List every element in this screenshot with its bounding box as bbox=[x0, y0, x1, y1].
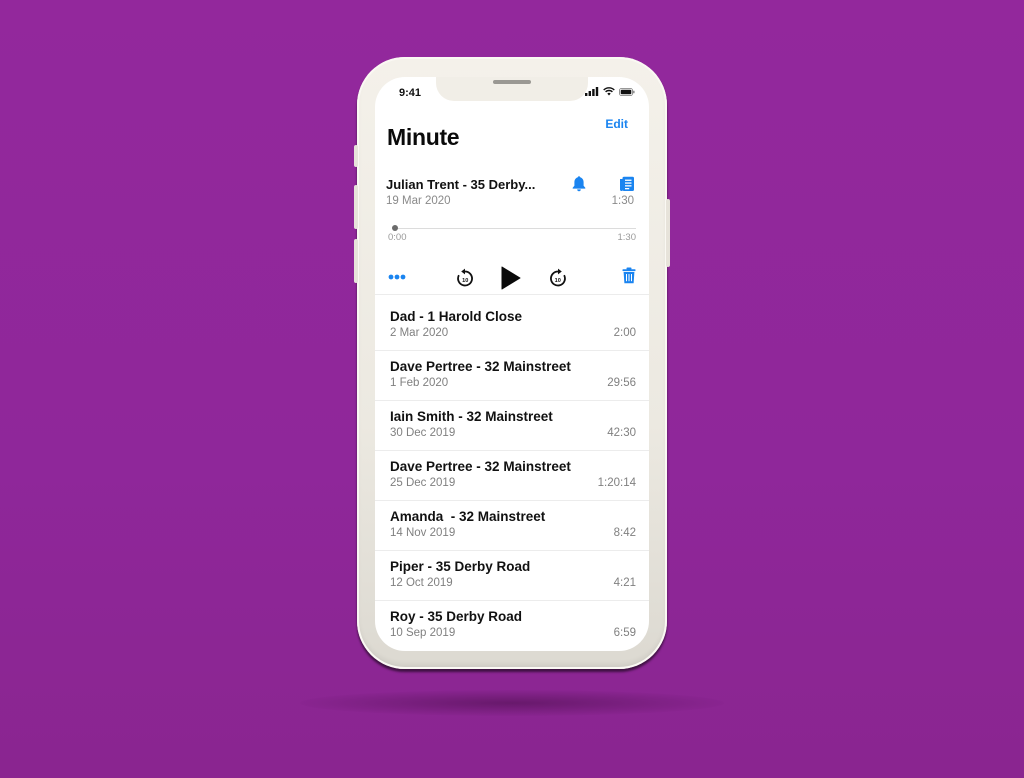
cellular-signal-icon bbox=[585, 87, 599, 96]
recording-duration: 1:20:14 bbox=[597, 477, 636, 489]
notch bbox=[436, 77, 588, 101]
current-recording-title: Julian Trent - 35 Derby... bbox=[386, 177, 536, 192]
speaker-grille bbox=[493, 80, 531, 84]
elapsed-time: 0:00 bbox=[388, 232, 407, 243]
power-button bbox=[666, 199, 670, 267]
recording-title: Piper - 35 Derby Road bbox=[390, 559, 531, 574]
status-time: 9:41 bbox=[399, 87, 422, 99]
skip-back-seconds: 10 bbox=[462, 278, 468, 284]
controls-divider bbox=[375, 294, 649, 295]
edit-button[interactable]: Edit bbox=[605, 117, 628, 131]
mute-switch bbox=[354, 145, 358, 167]
recording-row[interactable]: Dave Pertree - 32 Mainstreet 25 Dec 2019… bbox=[375, 451, 649, 501]
recording-title: Dad - 1 Harold Close bbox=[390, 309, 523, 324]
volume-up-button bbox=[354, 185, 358, 229]
recording-date: 25 Dec 2019 bbox=[390, 477, 456, 489]
recording-duration: 6:59 bbox=[613, 627, 636, 639]
bell-icon[interactable] bbox=[571, 175, 587, 192]
skip-forward-10-icon: 10 bbox=[550, 268, 566, 287]
progress-track[interactable] bbox=[393, 228, 636, 229]
recording-duration: 29:56 bbox=[607, 377, 636, 389]
recording-date: 2 Mar 2020 bbox=[390, 327, 449, 339]
recording-title: Amanda - 32 Mainstreet bbox=[390, 509, 546, 524]
recording-row[interactable]: Amanda - 32 Mainstreet 14 Nov 2019 8:42 bbox=[375, 501, 649, 551]
recording-date: 30 Dec 2019 bbox=[390, 427, 456, 439]
status-icons bbox=[585, 87, 635, 96]
current-recording-duration: 1:30 bbox=[611, 195, 634, 207]
play-icon[interactable] bbox=[501, 266, 521, 290]
recording-row[interactable]: Roy - 35 Derby Road 10 Sep 2019 6:59 bbox=[375, 601, 649, 651]
volume-down-button bbox=[354, 239, 358, 283]
phone-screen: 9:41 Edit Minute Julian Trent - 35 Derby… bbox=[375, 77, 649, 651]
skip-forward-seconds: 10 bbox=[555, 278, 561, 284]
recording-title: Roy - 35 Derby Road bbox=[390, 609, 523, 624]
transcript-icon[interactable] bbox=[619, 176, 635, 192]
recording-duration: 2:00 bbox=[613, 327, 636, 339]
more-icon[interactable] bbox=[388, 274, 406, 280]
recording-row[interactable]: Dave Pertree - 32 Mainstreet 1 Feb 2020 … bbox=[375, 351, 649, 401]
recording-date: 14 Nov 2019 bbox=[390, 527, 456, 539]
recording-date: 10 Sep 2019 bbox=[390, 627, 456, 639]
recording-duration: 8:42 bbox=[613, 527, 636, 539]
phone-floor-shadow bbox=[300, 690, 724, 716]
recording-row[interactable]: Iain Smith - 32 Mainstreet 30 Dec 2019 4… bbox=[375, 401, 649, 451]
progress-thumb[interactable] bbox=[392, 225, 398, 231]
skip-back-10-icon: 10 bbox=[457, 268, 473, 287]
total-time: 1:30 bbox=[617, 232, 637, 243]
recording-duration: 4:21 bbox=[613, 577, 636, 589]
current-recording-date: 19 Mar 2020 bbox=[386, 195, 451, 207]
recording-row[interactable]: Dad - 1 Harold Close 2 Mar 2020 2:00 bbox=[375, 301, 649, 351]
recording-date: 12 Oct 2019 bbox=[390, 577, 453, 589]
recording-row[interactable]: Piper - 35 Derby Road 12 Oct 2019 4:21 bbox=[375, 551, 649, 601]
recording-date: 1 Feb 2020 bbox=[390, 377, 449, 389]
recording-title: Dave Pertree - 32 Mainstreet bbox=[390, 459, 571, 474]
skip-back-button[interactable]: 10 bbox=[455, 268, 475, 288]
wifi-icon bbox=[603, 87, 615, 96]
page-title: Minute bbox=[387, 124, 460, 150]
recording-title: Iain Smith - 32 Mainstreet bbox=[390, 409, 553, 424]
skip-forward-button[interactable]: 10 bbox=[548, 268, 568, 288]
recording-duration: 42:30 bbox=[607, 427, 636, 439]
recording-title: Dave Pertree - 32 Mainstreet bbox=[390, 359, 571, 374]
battery-icon bbox=[619, 87, 635, 96]
trash-icon[interactable] bbox=[622, 267, 636, 284]
